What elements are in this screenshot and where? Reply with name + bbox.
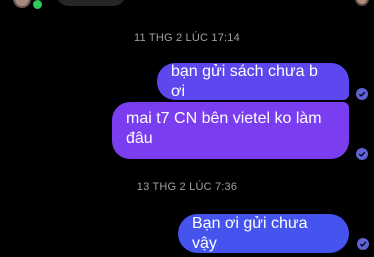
timestamp-divider: 13 THG 2 LÚC 7:36 [136,181,238,193]
seen-check-icon [357,238,369,250]
outgoing-message-bubble[interactable]: mai t7 CN bên vietel ko làm đâu [112,102,349,159]
seen-check-icon [356,148,368,160]
outgoing-message-bubble[interactable]: bạn gửi sách chưa b ơi [157,63,349,100]
message-text: mai t7 CN bên vietel ko làm đâu [126,110,322,147]
seen-check-icon [356,88,368,100]
previous-message-bubble[interactable] [56,0,126,6]
message-text: bạn gửi sách chưa b ơi [171,62,318,100]
contact-avatar[interactable] [13,0,31,8]
own-avatar [355,0,369,6]
online-status-indicator [31,0,44,11]
timestamp-divider: 11 THG 2 LÚC 17:14 [134,32,240,44]
message-text: Bạn ơi gửi chưa vậy [192,214,308,252]
outgoing-message-bubble[interactable]: Bạn ơi gửi chưa vậy [178,214,349,253]
